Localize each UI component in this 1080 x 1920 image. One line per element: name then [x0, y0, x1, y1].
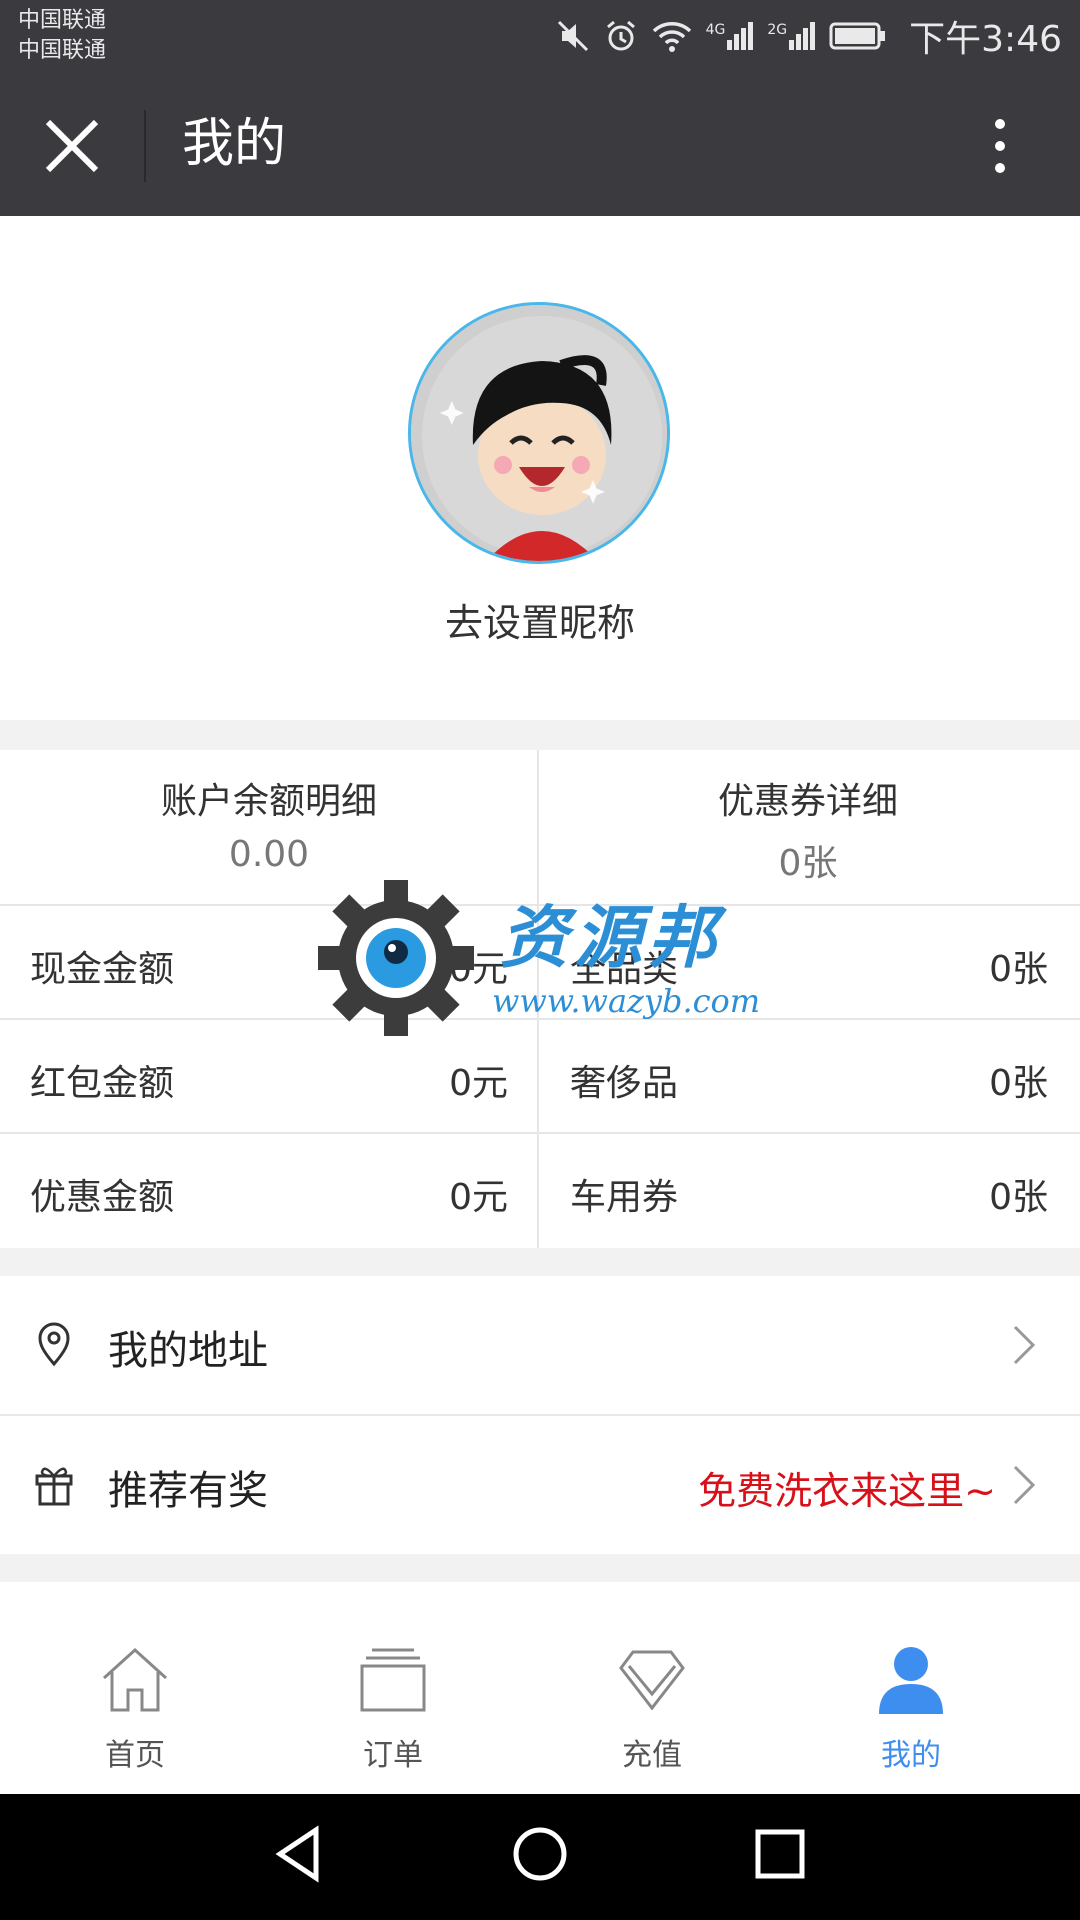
coupon-row-all: 全品类 0张 [540, 906, 1078, 1020]
avatar-illustration [411, 305, 667, 561]
coupon-row-luxury: 奢侈品 0张 [540, 1020, 1078, 1134]
menu-label: 推荐有奖 [108, 1468, 268, 1514]
tab-orders[interactable]: 订单 [258, 1582, 528, 1794]
balance-row-redpacket: 红包金额 0元 [0, 1020, 538, 1134]
status-icons: 4G 2G 下午3:46 [556, 10, 1062, 62]
diamond-icon [619, 1650, 685, 1711]
balance-row-cash: 现金金额 0元 [0, 906, 538, 1020]
row-label: 优惠金额 [30, 1177, 175, 1218]
balance-summary[interactable]: 账户余额明细 0.00 [0, 750, 538, 904]
referral-promo-text: 免费洗衣来这里~ [698, 1469, 996, 1513]
status-bar: 中国联通 中国联通 4G 2G 下午3:46 [0, 0, 1080, 72]
gift-icon [35, 1467, 73, 1506]
page-title: 我的 [182, 114, 287, 174]
menu-item-referral[interactable]: 推荐有奖 免费洗衣来这里~ [0, 1416, 1080, 1554]
recents-icon[interactable] [750, 1824, 810, 1884]
signal-4g-icon: 4G [706, 22, 754, 50]
bottom-tab-bar: 首页 订单 充值 我的 [0, 1582, 1080, 1794]
location-pin-icon [38, 1322, 70, 1367]
network-4g-label: 4G [705, 22, 726, 38]
tab-label: 首页 [105, 1738, 165, 1773]
top-bar: 我的 [0, 72, 1080, 216]
menu-label: 我的地址 [108, 1328, 268, 1374]
battery-icon [829, 22, 886, 50]
coupon-summary[interactable]: 优惠券详细 0张 [539, 750, 1077, 904]
carrier-2: 中国联通 [18, 38, 107, 63]
tab-profile[interactable]: 我的 [776, 1582, 1046, 1794]
row-label: 车用券 [570, 1177, 679, 1218]
carrier-1: 中国联通 [18, 8, 107, 33]
close-icon[interactable] [40, 114, 104, 178]
row-value: 0张 [989, 949, 1048, 990]
orders-icon [360, 1648, 426, 1712]
home-icon [102, 1647, 168, 1712]
row-value: 0元 [449, 949, 508, 990]
chevron-right-icon [1013, 1465, 1036, 1505]
menu-item-address[interactable]: 我的地址 [0, 1276, 1080, 1414]
more-options-icon[interactable] [990, 114, 1010, 178]
avatar[interactable] [408, 302, 670, 564]
balance-title: 账户余额明细 [160, 781, 377, 822]
row-label: 全品类 [570, 949, 679, 990]
home-button-icon[interactable] [510, 1824, 570, 1884]
row-value: 0元 [449, 1177, 508, 1218]
profile-section: 去设置昵称 [0, 216, 1080, 720]
coupon-title: 优惠券详细 [717, 781, 898, 822]
row-value: 0张 [989, 1063, 1048, 1104]
tab-label: 我的 [881, 1738, 941, 1773]
nickname-link[interactable]: 去设置昵称 [0, 592, 1080, 647]
network-2g-label: 2G [767, 22, 788, 38]
back-icon[interactable] [270, 1824, 330, 1884]
status-time: 下午3:46 [909, 19, 1062, 60]
row-value: 0元 [449, 1063, 508, 1104]
user-icon [879, 1647, 943, 1714]
tab-home[interactable]: 首页 [0, 1582, 270, 1794]
tab-label: 充值 [622, 1738, 682, 1773]
alarm-icon [606, 20, 635, 51]
carrier-names: 中国联通 中国联通 [18, 6, 106, 66]
balance-value: 0.00 [228, 834, 310, 875]
row-label: 奢侈品 [570, 1063, 679, 1104]
row-label: 红包金额 [30, 1063, 175, 1104]
balance-row-discount: 优惠金额 0元 [0, 1134, 538, 1248]
topbar-divider [144, 110, 146, 182]
coupon-value: 0张 [778, 843, 838, 884]
signal-2g-icon: 2G [767, 22, 816, 50]
tab-label: 订单 [363, 1738, 423, 1773]
tab-recharge[interactable]: 充值 [517, 1582, 787, 1794]
row-label: 现金金额 [30, 949, 175, 990]
mute-icon [557, 20, 588, 52]
system-nav-bar [0, 1794, 1080, 1920]
wifi-icon [652, 22, 691, 52]
account-summary: 账户余额明细 0.00 优惠券详细 0张 现金金额 0元 红包金额 0元 优惠金… [0, 750, 1080, 1248]
coupon-row-car: 车用券 0张 [540, 1134, 1078, 1248]
chevron-right-icon [1013, 1325, 1036, 1365]
row-value: 0张 [989, 1177, 1048, 1218]
